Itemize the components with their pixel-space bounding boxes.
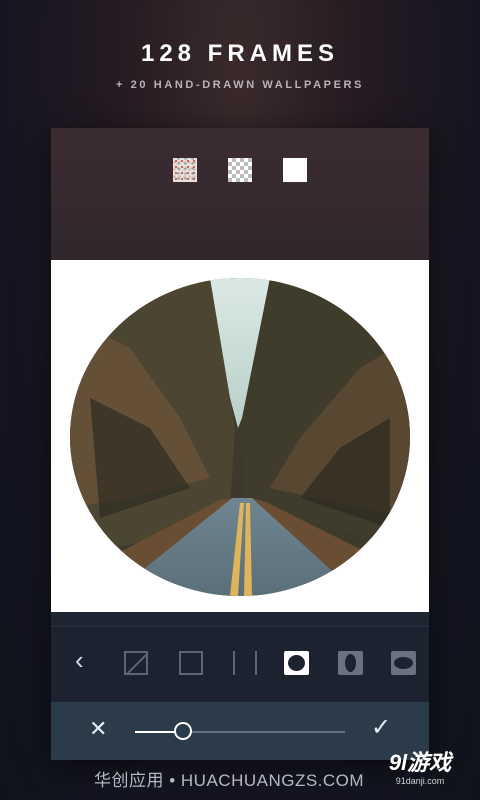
background-picker [51,128,429,260]
check-icon[interactable]: ✓ [371,716,391,740]
frame-size-slider[interactable] [135,722,345,740]
watermark-logo: 9l游戏 91danji.com [372,750,468,788]
transparent-background-swatch[interactable] [228,158,252,182]
watermark-logo-text: 9l游戏 [388,750,452,775]
frame-shape-toolbar: ‹ [51,626,429,703]
side-bars-frame-icon[interactable] [232,651,258,675]
watermark-logo-url: 91danji.com [395,776,445,786]
promo-headline: 128 FRAMES [140,40,340,67]
horizontal-oval-frame-icon[interactable] [391,651,416,675]
pattern-background-swatch[interactable] [173,158,197,182]
no-frame-icon[interactable] [124,651,148,675]
app-screen: ‹ ✕ ✓ [51,128,429,760]
slider-thumb[interactable] [174,722,193,740]
vertical-oval-frame-icon[interactable] [338,651,363,675]
circle-frame-icon[interactable] [284,651,309,675]
watermark-text: 华创应用 • HUACHUANGZS.COM [94,771,365,790]
white-background-swatch[interactable] [283,158,307,182]
square-frame-icon[interactable] [179,651,203,675]
promo-subline: + 20 HAND-DRAWN WALLPAPERS [116,79,364,91]
chevron-left-icon[interactable]: ‹ [75,647,93,673]
framed-photo [70,278,410,596]
close-icon[interactable]: ✕ [89,718,107,740]
editor-canvas [51,260,429,612]
